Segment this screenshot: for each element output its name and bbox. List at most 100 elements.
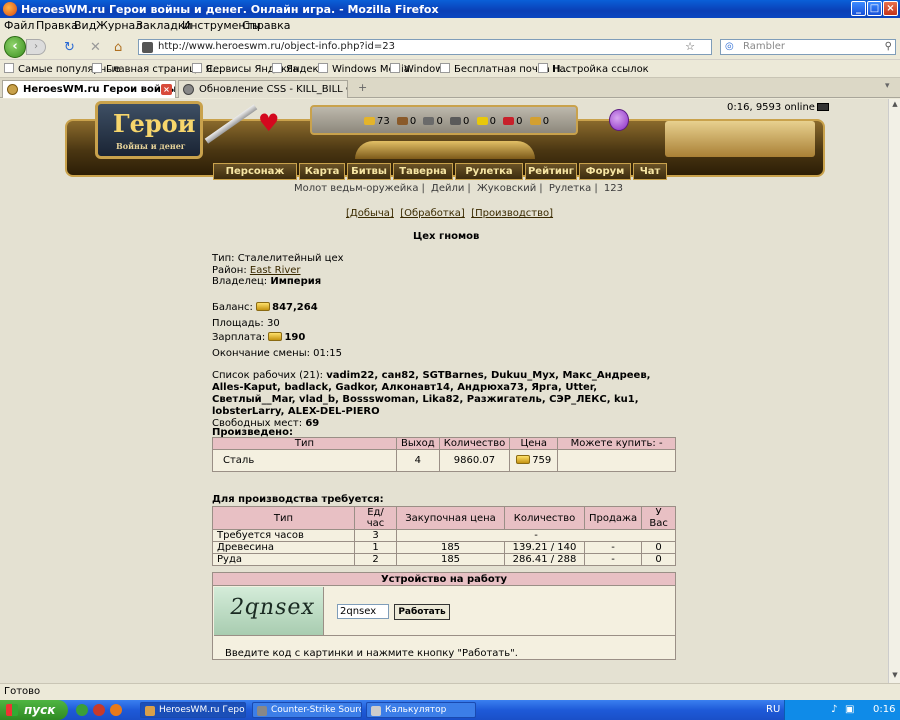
system-tray: ♪ ▣ 0:16 (784, 700, 900, 720)
bookmark-icon (272, 63, 282, 73)
menu-file[interactable]: Файл (4, 19, 34, 32)
search-icon[interactable]: ⚲ (885, 41, 892, 52)
tab-close-icon[interactable]: × (161, 84, 172, 95)
firefox-icon (3, 2, 17, 16)
table-row: Сталь 4 9860.07 759 (212, 449, 676, 472)
nav-battles[interactable]: Битвы (347, 163, 391, 180)
col-quantity: Количество (504, 506, 585, 530)
status-bar: Готово (0, 683, 900, 699)
bookmark-icon (390, 63, 400, 73)
hire-form: Устройство на работу 2qnsex Работать Вве… (212, 572, 676, 660)
bookmark-star-icon[interactable]: ☆ (685, 40, 695, 53)
bookmark-item[interactable]: Настройка ссылок (538, 63, 649, 75)
taskbar-item-cs[interactable]: Counter-Strike Source (252, 702, 362, 718)
nav-character[interactable]: Персонаж (213, 163, 297, 180)
search-input[interactable]: ◎ Rambler ⚲ (720, 39, 896, 55)
scroll-down-icon[interactable]: ▼ (890, 671, 900, 681)
bookmark-icon (92, 63, 102, 73)
col-rate: Ед/час (354, 506, 397, 530)
col-type: Тип (212, 437, 397, 450)
required-table: Тип Ед/час Закупочная цена Количество Пр… (212, 506, 676, 566)
status-text: Готово (4, 686, 41, 697)
quicklaunch-firefox-icon[interactable] (110, 704, 122, 716)
reload-icon[interactable]: ↻ (64, 40, 75, 55)
menu-bar: Файл Правка Вид Журнал Закладки Инструме… (0, 18, 900, 33)
sublink[interactable]: Жуковский (477, 183, 536, 194)
url-text: http://www.heroeswm.ru/object-info.php?i… (158, 41, 395, 52)
taskbar-item-calculator[interactable]: Калькулятор (366, 702, 476, 718)
sublink[interactable]: Рулетка (549, 183, 592, 194)
nav-map[interactable]: Карта (299, 163, 345, 180)
clock[interactable]: 0:16 (873, 704, 895, 715)
tab-heroeswm[interactable]: HeroesWM.ru Герои войны и ден... × (2, 80, 176, 98)
game-logo[interactable]: Герои Войны и денег (95, 101, 203, 159)
maximize-button[interactable]: □ (867, 1, 882, 16)
tab-strip: HeroesWM.ru Герои войны и ден... × Обнов… (0, 78, 900, 98)
stop-icon[interactable]: ✕ (90, 40, 101, 55)
nav-forum[interactable]: Форум (579, 163, 631, 180)
new-tab-button[interactable]: + (358, 81, 367, 94)
close-button[interactable]: × (883, 1, 898, 16)
sub-links: Молот ведьм-оружейка | Дейли | Жуковский | … (294, 183, 623, 194)
nav-tavern[interactable]: Таверна (393, 163, 453, 180)
captcha-code-input[interactable] (337, 604, 389, 619)
quicklaunch-icon[interactable] (76, 704, 88, 716)
tab-favicon (183, 84, 194, 95)
back-button[interactable]: ‹ (4, 36, 26, 58)
col-output: Выход (396, 437, 440, 450)
area-line: Площадь: 30 (212, 318, 280, 329)
col-purchase-price: Закупочная цена (396, 506, 505, 530)
address-bar[interactable]: http://www.heroeswm.ru/object-info.php?i… (138, 39, 712, 55)
tab-production[interactable]: [Производство] (471, 208, 553, 219)
balance-line: Баланс: 847,264 (212, 302, 318, 313)
page-title: Цех гномов (413, 231, 480, 242)
tab-list-icon[interactable]: ▾ (885, 81, 890, 91)
tab-processing[interactable]: [Обработка] (400, 208, 465, 219)
menu-view[interactable]: Вид (74, 19, 96, 32)
scroll-up-icon[interactable]: ▲ (890, 100, 900, 110)
nav-chat[interactable]: Чат (633, 163, 667, 180)
gold-icon (516, 455, 531, 464)
speaker-icon[interactable]: ♪ (831, 704, 837, 715)
sublink[interactable]: 123 (604, 183, 623, 194)
menu-edit[interactable]: Правка (36, 19, 78, 32)
sublink[interactable]: Дейли (431, 183, 464, 194)
col-quantity: Количество (438, 437, 511, 450)
nav-rating[interactable]: Рейтинг (525, 163, 577, 180)
gold-icon (268, 332, 283, 341)
work-button[interactable]: Работать (394, 604, 450, 620)
tab-forum[interactable]: Обновление CSS - KILL_BILL Форум (178, 80, 348, 98)
minimize-button[interactable]: _ (851, 1, 866, 16)
calculator-icon (371, 706, 381, 716)
site-favicon (142, 42, 153, 53)
vertical-scrollbar[interactable]: ▲ ▼ (888, 99, 900, 683)
mercury-icon (450, 117, 462, 125)
menu-help[interactable]: Справка (242, 19, 290, 32)
col-have: У Вас (641, 506, 676, 530)
table-row: Древесина 1 185 139.21 / 140 - 0 (212, 541, 676, 554)
col-buy: Можете купить: - (557, 437, 676, 450)
shift-line: Окончание смены: 01:15 (212, 348, 342, 359)
wood-icon (396, 117, 408, 125)
bookmarks-toolbar: Самые популярные Главная страница Я... С… (0, 61, 900, 78)
taskbar-item-firefox[interactable]: HeroesWM.ru Герои ... (140, 702, 246, 718)
search-engine-icon[interactable]: ◎ (725, 41, 734, 52)
castle-image (665, 121, 815, 157)
title-bar: HeroesWM.ru Герои войны и денег. Онлайн … (0, 0, 900, 18)
network-icon[interactable]: ▣ (845, 704, 854, 715)
language-indicator[interactable]: RU (766, 704, 780, 715)
quicklaunch-icon[interactable] (93, 704, 105, 716)
bookmark-item[interactable]: Яндекс (272, 63, 324, 75)
district-link[interactable]: East River (250, 265, 301, 276)
nav-roulette[interactable]: Рулетка (455, 163, 523, 180)
table-row: Требуется часов 3 - (212, 529, 676, 542)
gold-icon (364, 117, 375, 125)
sublink[interactable]: Молот ведьм-оружейка (294, 183, 418, 194)
bookmark-icon (538, 63, 548, 73)
forward-button[interactable]: › (26, 39, 46, 55)
potion-icon[interactable] (609, 109, 629, 131)
start-button[interactable]: пуск (0, 700, 68, 720)
crystal-icon (503, 117, 515, 125)
tab-mining[interactable]: [Добыча] (346, 208, 394, 219)
home-icon[interactable]: ⌂ (114, 40, 122, 55)
